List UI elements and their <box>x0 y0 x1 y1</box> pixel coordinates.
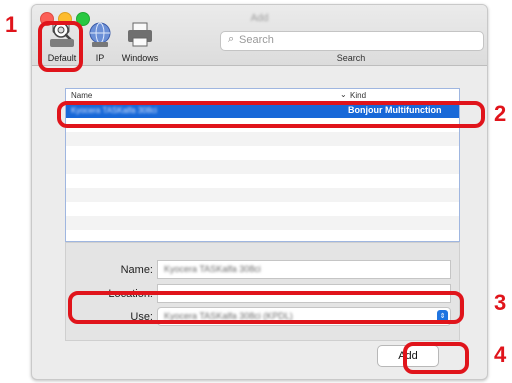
highlight-add-button <box>403 342 469 374</box>
search-icon: ⌕ <box>228 33 235 45</box>
highlight-default-button <box>38 21 83 72</box>
globe-icon <box>89 22 111 47</box>
name-field[interactable]: Kyocera TASKalfa 308ci <box>157 260 451 279</box>
ip-tab-label: IP <box>95 53 105 63</box>
list-row-empty <box>66 160 459 174</box>
step-number-1: 1 <box>5 12 18 37</box>
column-header-kind[interactable]: Kind <box>350 91 366 100</box>
windows-tab-label: Windows <box>121 53 159 63</box>
list-row-empty <box>66 188 459 202</box>
windows-tab-button[interactable]: Windows <box>118 21 162 63</box>
list-row-empty <box>66 202 459 216</box>
sort-arrow-icon: ⌄ <box>340 90 347 99</box>
windows-printer-icon <box>128 22 152 47</box>
window-toolbar: Add Default IP Windows ⌕ Search Search <box>32 5 487 66</box>
name-label: Name: <box>120 264 153 276</box>
search-label: Search <box>336 53 366 63</box>
ip-tab-button[interactable]: IP <box>86 21 114 63</box>
step-number-4: 4 <box>494 342 507 367</box>
name-value: Kyocera TASKalfa 308ci <box>164 264 261 274</box>
highlight-selected-printer <box>57 101 485 128</box>
search-placeholder: Search <box>239 34 274 46</box>
list-row-empty <box>66 216 459 230</box>
list-row-empty <box>66 132 459 146</box>
step-number-2: 2 <box>494 101 507 126</box>
list-row-empty <box>66 146 459 160</box>
search-field[interactable]: ⌕ Search <box>220 31 484 51</box>
column-header-name[interactable]: Name <box>71 91 92 100</box>
list-row-empty <box>66 174 459 188</box>
highlight-use-popup <box>68 291 464 324</box>
step-number-3: 3 <box>494 290 507 315</box>
